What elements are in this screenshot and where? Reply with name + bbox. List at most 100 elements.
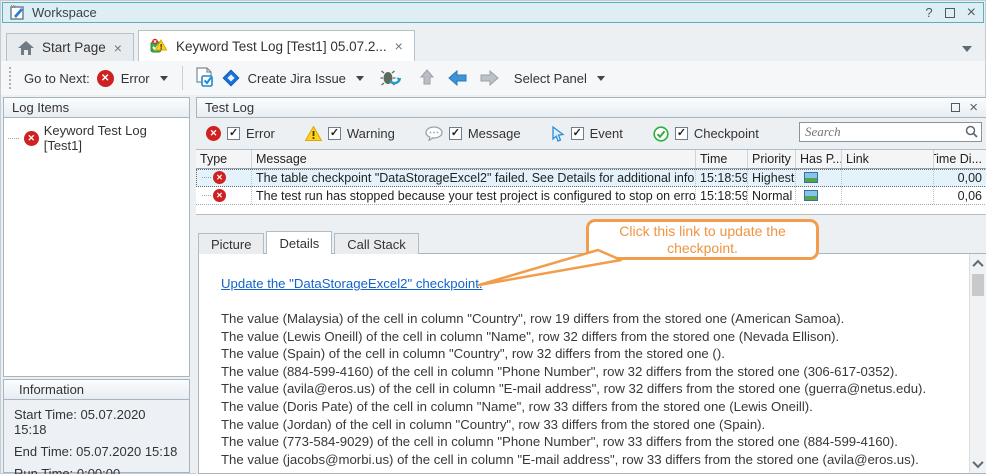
checkpoint-icon bbox=[653, 126, 669, 142]
go-to-next-value[interactable]: Error bbox=[121, 71, 150, 86]
error-checkbox[interactable] bbox=[227, 127, 240, 140]
filter-label: Checkpoint bbox=[694, 126, 759, 141]
filter-label: Warning bbox=[347, 126, 395, 141]
message-cell: The test run has stopped because your te… bbox=[252, 187, 696, 204]
event-checkbox[interactable] bbox=[571, 127, 584, 140]
post-defect-icon[interactable] bbox=[380, 68, 404, 88]
log-messages-grid: Type Message Time Priority Has P... Link… bbox=[196, 149, 986, 215]
column-header-time[interactable]: Time bbox=[696, 150, 748, 168]
filter-warning: Warning bbox=[305, 126, 395, 141]
window-title: Workspace bbox=[32, 5, 97, 20]
table-row[interactable]: ✕ The test run has stopped because your … bbox=[196, 187, 986, 205]
up-arrow-icon[interactable] bbox=[419, 69, 435, 87]
log-items-panel: Log Items ✕ Keyword Test Log [Test1] bbox=[3, 97, 190, 377]
go-to-next-label: Go to Next: bbox=[24, 71, 90, 86]
scroll-up-button[interactable] bbox=[970, 255, 986, 272]
run-time-text: Run Time: 0:00:00 bbox=[4, 466, 189, 474]
select-panel-dropdown-icon[interactable] bbox=[597, 76, 605, 81]
workspace-icon bbox=[10, 5, 25, 20]
column-header-priority[interactable]: Priority bbox=[748, 150, 796, 168]
grid-empty-area bbox=[196, 205, 986, 215]
link-cell bbox=[842, 169, 934, 186]
filter-checkpoint: Checkpoint bbox=[653, 126, 759, 142]
select-panel-button[interactable]: Select Panel bbox=[514, 71, 587, 86]
filter-event: Event bbox=[551, 126, 623, 142]
end-time-text: End Time: 05.07.2020 15:18 bbox=[4, 444, 189, 459]
create-jira-dropdown-icon[interactable] bbox=[356, 76, 364, 81]
column-header-type[interactable]: Type bbox=[196, 150, 252, 168]
error-icon: ✕ bbox=[97, 70, 114, 87]
callout-text: Click this link to update the checkpoint… bbox=[599, 223, 806, 257]
home-icon bbox=[18, 41, 34, 55]
column-header-message[interactable]: Message bbox=[252, 150, 696, 168]
message-checkbox[interactable] bbox=[449, 127, 462, 140]
vertical-scrollbar[interactable] bbox=[969, 254, 986, 473]
type-cell: ✕ bbox=[196, 187, 252, 204]
error-icon: ✕ bbox=[24, 131, 39, 146]
tab-overflow-chevron-icon[interactable] bbox=[962, 46, 972, 52]
log-tree-item-keyword-test-log[interactable]: ✕ Keyword Test Log [Test1] bbox=[4, 118, 189, 156]
time-cell: 15:18:59 bbox=[696, 169, 748, 186]
column-header-time-diff[interactable]: Time Di... bbox=[934, 150, 986, 168]
filter-message: Message bbox=[425, 126, 521, 141]
document-tab-bar: Start Page × Keyword Test Log [Test1] 05… bbox=[1, 26, 985, 61]
tab-details[interactable]: Details bbox=[266, 231, 332, 254]
tab-close-icon[interactable]: × bbox=[395, 38, 403, 54]
next-arrow-icon[interactable] bbox=[479, 70, 499, 86]
row-leader-line bbox=[202, 177, 211, 178]
message-cell: The table checkpoint "DataStorageExcel2"… bbox=[252, 169, 696, 186]
table-row[interactable]: ✕ The table checkpoint "DataStorageExcel… bbox=[196, 169, 986, 187]
tab-label: Keyword Test Log [Test1] 05.07.2... bbox=[176, 39, 387, 54]
toolbar: Go to Next: ✕ Error Create Jira Issue bbox=[1, 61, 985, 95]
detail-line: The value (Malaysia) of the cell in colu… bbox=[221, 310, 956, 328]
warning-checkbox[interactable] bbox=[328, 127, 341, 140]
tab-call-stack[interactable]: Call Stack bbox=[334, 233, 419, 254]
time-diff-cell: 0,00 bbox=[934, 169, 986, 186]
test-log-panel: Test Log × ✕ Error bbox=[196, 97, 986, 474]
detail-line: The value (jacobs@morbi.us) of the cell … bbox=[221, 451, 956, 469]
detail-line: The value (Doris Pate) of the cell in co… bbox=[221, 398, 956, 416]
search-input[interactable] bbox=[799, 122, 982, 142]
scroll-down-button[interactable] bbox=[970, 455, 986, 472]
filter-error: ✕ Error bbox=[206, 126, 275, 141]
test-log-result-icon bbox=[150, 38, 168, 54]
go-to-next-dropdown-icon[interactable] bbox=[160, 76, 168, 81]
panel-maximize-button[interactable] bbox=[951, 103, 960, 112]
details-report-icon[interactable] bbox=[194, 67, 214, 89]
update-checkpoint-link[interactable]: Update the "DataStorageExcel2" checkpoin… bbox=[221, 276, 483, 291]
column-header-has-picture[interactable]: Has P... bbox=[796, 150, 842, 168]
search-icon bbox=[965, 125, 978, 138]
information-title: Information bbox=[19, 382, 84, 397]
tab-keyword-test-log[interactable]: Keyword Test Log [Test1] 05.07.2... × bbox=[138, 30, 415, 61]
tab-start-page[interactable]: Start Page × bbox=[6, 33, 134, 61]
information-header: Information bbox=[4, 380, 189, 400]
event-icon bbox=[551, 126, 565, 142]
time-cell: 15:18:59 bbox=[696, 187, 748, 204]
priority-cell: Highest bbox=[748, 169, 796, 186]
link-cell bbox=[842, 187, 934, 204]
warning-icon bbox=[305, 126, 322, 141]
annotation-callout: Click this link to update the checkpoint… bbox=[586, 219, 819, 260]
create-jira-issue-button[interactable]: Create Jira Issue bbox=[248, 71, 346, 86]
toolbar-separator bbox=[182, 66, 183, 90]
toolbar-grip[interactable] bbox=[9, 67, 13, 89]
detail-tab-strip: Picture Details Call Stack bbox=[198, 231, 421, 254]
workspace-window: Workspace ? × Start Page × bbox=[0, 0, 986, 474]
detail-line: The value (Jordan) of the cell in column… bbox=[221, 416, 956, 434]
tab-close-icon[interactable]: × bbox=[114, 40, 122, 56]
filter-label: Message bbox=[468, 126, 521, 141]
column-header-link[interactable]: Link bbox=[842, 150, 934, 168]
start-time-text: Start Time: 05.07.2020 15:18 bbox=[4, 407, 189, 437]
maximize-button[interactable] bbox=[945, 8, 955, 18]
checkpoint-checkbox[interactable] bbox=[675, 127, 688, 140]
panel-close-button[interactable]: × bbox=[969, 99, 978, 116]
picture-icon bbox=[804, 172, 818, 183]
previous-arrow-icon[interactable] bbox=[448, 70, 468, 86]
tab-picture[interactable]: Picture bbox=[198, 233, 264, 254]
close-button[interactable]: × bbox=[967, 4, 976, 22]
scroll-thumb[interactable] bbox=[972, 274, 984, 296]
detail-line: The value (avila@eros.us) of the cell in… bbox=[221, 380, 956, 398]
row-leader-line bbox=[202, 195, 211, 196]
help-button[interactable]: ? bbox=[925, 5, 932, 20]
has-picture-cell bbox=[796, 187, 842, 204]
